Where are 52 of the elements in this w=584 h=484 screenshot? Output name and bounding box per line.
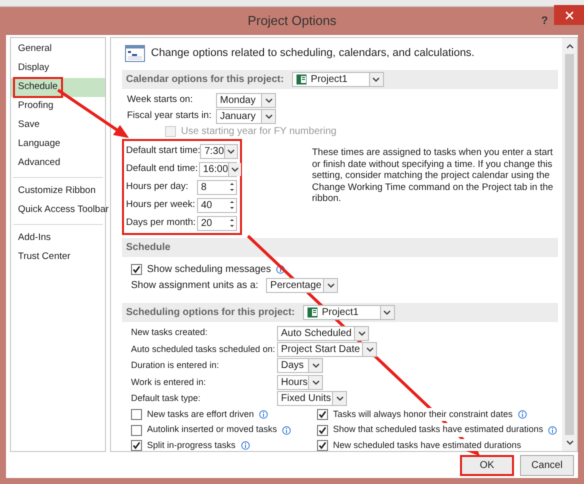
dropdown[interactable]: Project1: [292, 72, 384, 87]
sidebar-item[interactable]: Advanced: [11, 154, 105, 173]
dropdown[interactable]: Project1: [302, 305, 395, 320]
checkbox-label: Tasks will always honor their constraint dates: [333, 408, 513, 422]
field-label: Hours per week:: [126, 198, 196, 212]
field-label: Default start time:: [126, 144, 200, 158]
field-label: Auto scheduled tasks scheduled on:: [131, 342, 276, 356]
field-label: Default end time:: [126, 162, 198, 176]
sidebar-item[interactable]: Language: [11, 135, 105, 154]
dropdown[interactable]: Hours: [277, 374, 323, 390]
sidebar-item[interactable]: Proofing: [11, 97, 105, 116]
field-label: Duration is entered in:: [131, 359, 220, 372]
checkbox-label: New scheduled tasks have estimated durations: [333, 438, 522, 451]
page-heading: Change options related to scheduling, calendars, and calculations.: [151, 46, 474, 61]
field-label: Show assignment units as a:: [131, 278, 258, 293]
checkbox-label: Use starting year for FY numbering: [181, 124, 336, 139]
field-label: Default task type:: [131, 392, 202, 405]
sidebar-item[interactable]: Save: [11, 116, 105, 135]
sidebar-item[interactable]: Display: [11, 59, 105, 78]
field-label: Work is entered in:: [131, 376, 207, 389]
checkbox-label: Split in-progress tasks: [147, 438, 236, 451]
checkbox-label: Show that scheduled tasks have estimated durations: [333, 423, 544, 437]
spin-field[interactable]: 40: [197, 198, 237, 212]
sidebar-item[interactable]: Add-Ins: [11, 229, 105, 248]
sidebar-item[interactable]: Customize Ribbon: [11, 182, 105, 201]
field-label: Hours per day:: [126, 180, 188, 194]
window-title: Project Options: [248, 12, 336, 30]
field-label: Week starts on:: [127, 92, 194, 107]
sidebar-item[interactable]: Trust Center: [11, 248, 105, 267]
dropdown[interactable]: Percentage: [266, 278, 338, 293]
field-label: Fiscal year starts in:: [127, 108, 212, 123]
dropdown[interactable]: Fixed Units: [277, 391, 347, 406]
field-label: New tasks created:: [131, 326, 209, 340]
note-text: These times are assigned to tasks when you enter a start or finish date without specifying a time. If you change this setting, consider matching the project calendar using the Change Working Time command on the Project tab in the ribbon.: [312, 147, 554, 204]
dropdown[interactable]: 7:30: [200, 144, 238, 158]
dropdown[interactable]: Project Start Date: [277, 342, 377, 358]
checkbox-label: Show scheduling messages: [147, 262, 271, 277]
spin-field[interactable]: 8: [197, 180, 237, 194]
dropdown[interactable]: January: [216, 108, 276, 124]
dropdown[interactable]: Monday: [216, 92, 276, 108]
section-title: Schedule: [126, 241, 170, 255]
field-label: Days per month:: [126, 216, 196, 230]
section-title: Scheduling options for this project:: [126, 306, 295, 320]
dialog-button[interactable]: OK: [460, 454, 514, 476]
sidebar-item[interactable]: General: [11, 40, 105, 59]
section-title: Calendar options for this project:: [126, 73, 284, 87]
dialog-button[interactable]: Cancel: [520, 454, 574, 476]
help-button[interactable]: ?: [541, 13, 548, 30]
sidebar-item[interactable]: Schedule: [11, 78, 105, 97]
dropdown[interactable]: Auto Scheduled: [277, 326, 369, 341]
spin-field[interactable]: 20: [197, 216, 237, 230]
dropdown[interactable]: Days: [277, 358, 323, 374]
